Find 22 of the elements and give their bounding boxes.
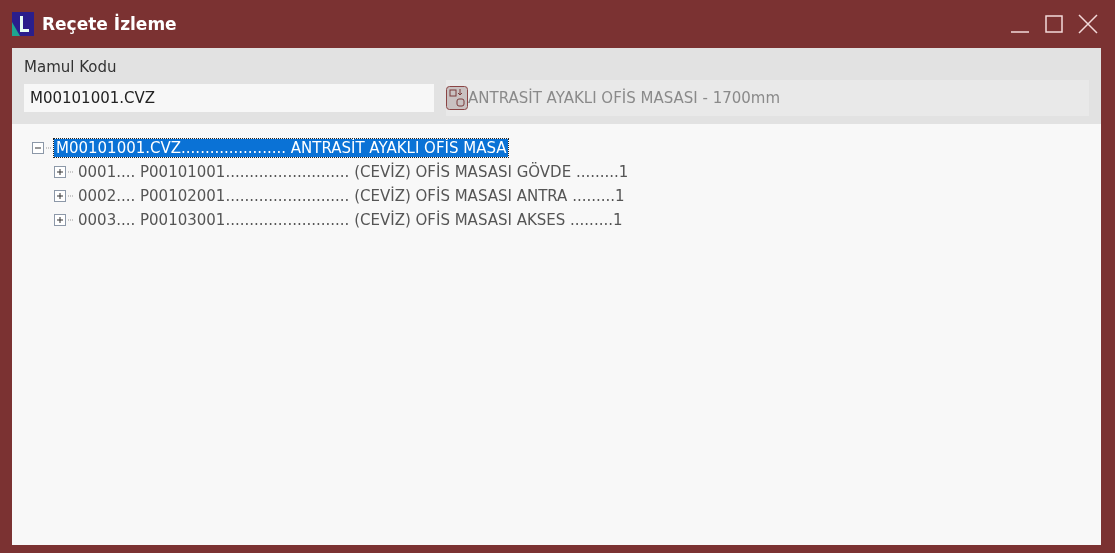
- field-label: Mamul Kodu: [24, 58, 118, 76]
- tree-line: [46, 147, 52, 149]
- tree-node[interactable]: 0001.... P00101001.......................... (CEVİZ) OFİS MASASI GÖVDE .........1: [76, 163, 631, 181]
- tree-line: [68, 195, 74, 197]
- expand-icon[interactable]: [54, 166, 66, 178]
- minimize-icon: [1010, 31, 1030, 33]
- maximize-icon: [1044, 14, 1064, 34]
- expand-icon[interactable]: [54, 214, 66, 226]
- tree-node[interactable]: M00101001.CVZ...................... ANTRASİT AYAKLI OFİS MASA: [54, 139, 509, 157]
- tree-line: [68, 219, 74, 221]
- lookup-icon: [446, 86, 468, 110]
- tree-node[interactable]: 0002.... P00102001.......................... (CEVİZ) OFİS MASASI ANTRA .........1: [76, 187, 627, 205]
- collapse-icon[interactable]: [32, 142, 44, 154]
- app-logo-icon: [12, 12, 34, 36]
- lookup-button[interactable]: [446, 86, 468, 110]
- expand-icon[interactable]: [54, 190, 66, 202]
- tree-node[interactable]: 0003.... P00103001.......................... (CEVİZ) OFİS MASASI AKSES .........1: [76, 211, 625, 229]
- product-code-field[interactable]: M00101001.CVZ: [24, 84, 434, 112]
- close-icon: [1078, 14, 1098, 34]
- window-title: Reçete İzleme: [42, 14, 178, 34]
- product-description: ANTRASİT AYAKLI OFİS MASASI - 1700mm: [468, 89, 781, 107]
- tree-line: [68, 171, 74, 173]
